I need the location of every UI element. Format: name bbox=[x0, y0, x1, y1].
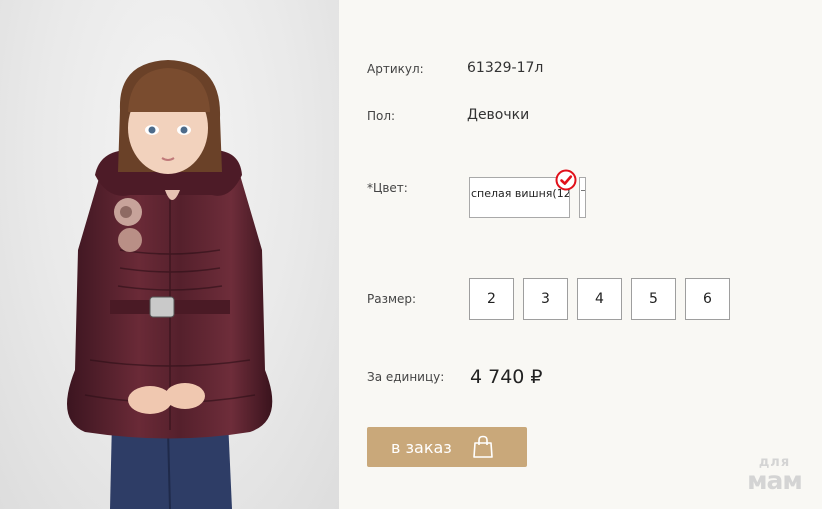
watermark-bottom: мам bbox=[747, 466, 803, 495]
gender-label: Пол: bbox=[367, 109, 396, 123]
color-label: *Цвет: bbox=[367, 181, 408, 195]
price-label: За единицу: bbox=[367, 370, 445, 384]
selected-check-icon bbox=[555, 169, 577, 191]
product-photo bbox=[0, 0, 339, 509]
article-label: Артикул: bbox=[367, 62, 424, 76]
price-value: 4 740 ₽ bbox=[470, 366, 543, 388]
girl-in-jacket-illustration bbox=[67, 60, 273, 509]
add-to-order-button[interactable]: в заказ bbox=[367, 427, 527, 467]
size-option[interactable]: 2 bbox=[469, 278, 514, 320]
shopping-bag-icon bbox=[473, 435, 493, 458]
size-options: 2 3 4 5 6 bbox=[469, 278, 730, 320]
size-option[interactable]: 5 bbox=[631, 278, 676, 320]
size-option[interactable]: 6 bbox=[685, 278, 730, 320]
article-value: 61329-17л bbox=[467, 60, 544, 76]
size-label: Размер: bbox=[367, 292, 417, 306]
color-option-next[interactable] bbox=[579, 177, 586, 218]
gender-value: Девочки bbox=[467, 107, 530, 123]
size-option[interactable]: 4 bbox=[577, 278, 622, 320]
site-watermark: для мам bbox=[737, 456, 812, 493]
size-option[interactable]: 3 bbox=[523, 278, 568, 320]
order-button-label: в заказ bbox=[391, 437, 452, 457]
product-details: Артикул: 61329-17л Пол: Девочки *Цвет: с… bbox=[339, 0, 822, 509]
